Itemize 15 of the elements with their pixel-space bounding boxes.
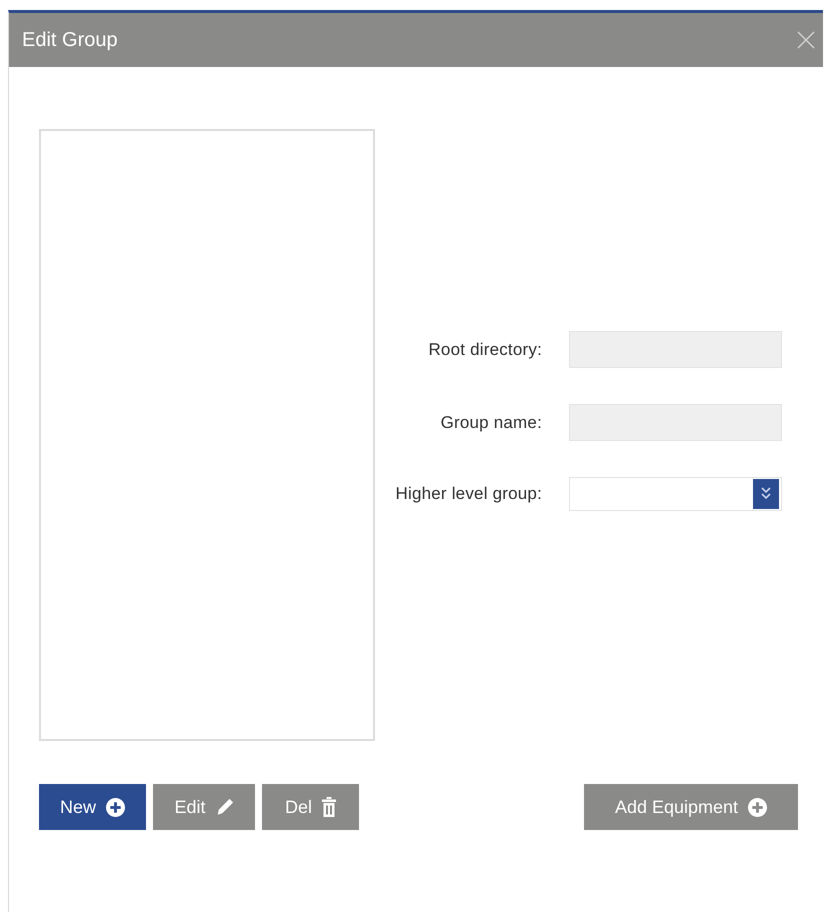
action-button[interactable]: Edit bbox=[153, 784, 255, 830]
dropdown-field[interactable] bbox=[569, 477, 782, 511]
field-label: Higher level group: bbox=[394, 483, 542, 506]
action-button[interactable]: New bbox=[39, 784, 146, 830]
trash-icon bbox=[322, 797, 336, 817]
pencil-icon bbox=[216, 798, 234, 816]
field-label: Root directory: bbox=[427, 338, 542, 361]
plus-circle-icon bbox=[106, 798, 125, 816]
plus-circle-icon bbox=[748, 798, 768, 816]
close-icon[interactable] bbox=[797, 31, 815, 49]
action-button[interactable]: Add Equipment bbox=[584, 784, 798, 830]
action-button[interactable]: Del bbox=[262, 784, 359, 830]
double-chevron-down-icon[interactable] bbox=[753, 479, 779, 509]
field-label: Group name: bbox=[440, 412, 542, 434]
window-title: Edit Group bbox=[22, 28, 118, 53]
